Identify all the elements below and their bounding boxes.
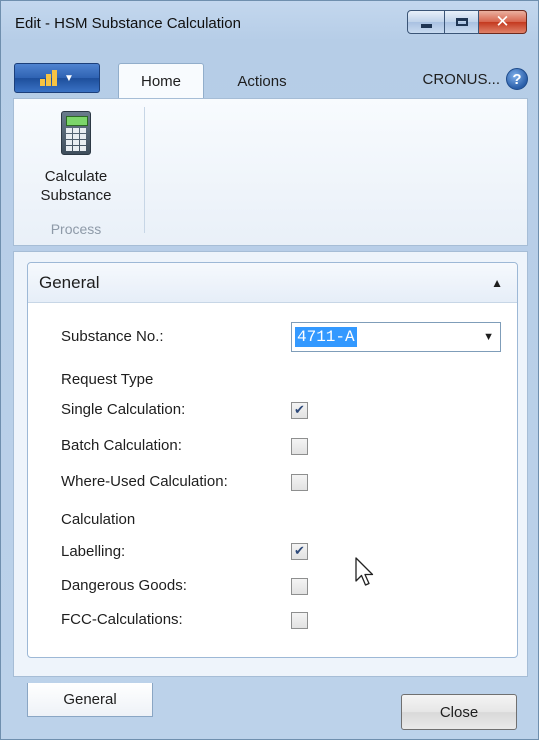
chevron-down-icon: ▼ <box>64 72 74 84</box>
dialog-window: Edit - HSM Substance Calculation ✕ ▼ Hom… <box>0 0 539 740</box>
close-icon: ✕ <box>495 11 510 32</box>
fcc-calculations-checkbox[interactable] <box>291 612 308 629</box>
tab-general-bottom-label: General <box>63 691 117 708</box>
labelling-checkbox[interactable]: ✔ <box>291 543 308 560</box>
calculate-substance-button[interactable]: Calculate Substance <box>20 107 132 211</box>
tab-general-bottom[interactable]: General <box>27 683 153 717</box>
ribbon-group-divider <box>144 107 145 233</box>
single-calculation-checkbox[interactable]: ✔ <box>291 402 308 419</box>
collapse-icon[interactable]: ▲ <box>491 276 503 290</box>
request-type-heading: Request Type <box>61 371 154 388</box>
substance-no-label: Substance No.: <box>61 328 164 345</box>
minimize-icon <box>420 24 432 28</box>
fcc-calculations-label: FCC-Calculations: <box>61 611 183 628</box>
calculate-substance-label-line2: Substance <box>40 187 112 204</box>
where-used-calculation-label: Where-Used Calculation: <box>61 473 228 490</box>
title-bar[interactable]: Edit - HSM Substance Calculation ✕ <box>1 1 538 49</box>
maximize-icon <box>455 18 468 26</box>
calculation-heading: Calculation <box>61 511 136 528</box>
dangerous-goods-checkbox[interactable] <box>291 578 308 595</box>
tab-home-label: Home <box>140 73 181 90</box>
minimize-button[interactable] <box>407 10 445 34</box>
close-button-label: Close <box>439 703 479 721</box>
tab-actions-label: Actions <box>237 72 287 90</box>
batch-calculation-label: Batch Calculation: <box>61 437 182 454</box>
labelling-label: Labelling: <box>61 543 126 560</box>
ribbon-group-label: Process <box>50 221 102 237</box>
ribbon-tab-row: ▼ Home Actions CRONUS... ? <box>1 63 538 99</box>
general-fasttab-title: General <box>39 273 100 292</box>
calculator-icon <box>61 111 91 155</box>
ribbon-panel: Calculate Substance Process <box>13 98 528 246</box>
close-button[interactable]: Close <box>401 694 517 730</box>
substance-no-value: 4711-A <box>295 327 357 347</box>
substance-no-field[interactable]: 4711-A ▼ <box>291 322 501 352</box>
dynamics-logo-icon <box>40 70 60 86</box>
maximize-button[interactable] <box>445 10 479 34</box>
application-menu-button[interactable]: ▼ <box>14 63 100 93</box>
calculate-substance-label: Calculate Substance <box>41 167 112 205</box>
help-icon[interactable]: ? <box>506 68 528 90</box>
close-window-button[interactable]: ✕ <box>479 10 527 34</box>
chevron-down-icon[interactable]: ▼ <box>483 331 494 343</box>
window-title: Edit - HSM Substance Calculation <box>15 15 241 32</box>
dangerous-goods-label: Dangerous Goods: <box>61 577 187 594</box>
tab-actions[interactable]: Actions <box>217 63 307 99</box>
company-name[interactable]: CRONUS... <box>422 71 500 88</box>
where-used-calculation-checkbox[interactable] <box>291 474 308 491</box>
tab-home[interactable]: Home <box>118 63 204 99</box>
single-calculation-label: Single Calculation: <box>61 401 186 418</box>
general-fasttab-header[interactable]: General ▲ <box>28 263 517 303</box>
caption-buttons: ✕ <box>407 10 527 34</box>
mouse-pointer-icon <box>355 557 374 586</box>
batch-calculation-checkbox[interactable] <box>291 438 308 455</box>
calculate-substance-label-line1: Calculate <box>44 168 108 185</box>
